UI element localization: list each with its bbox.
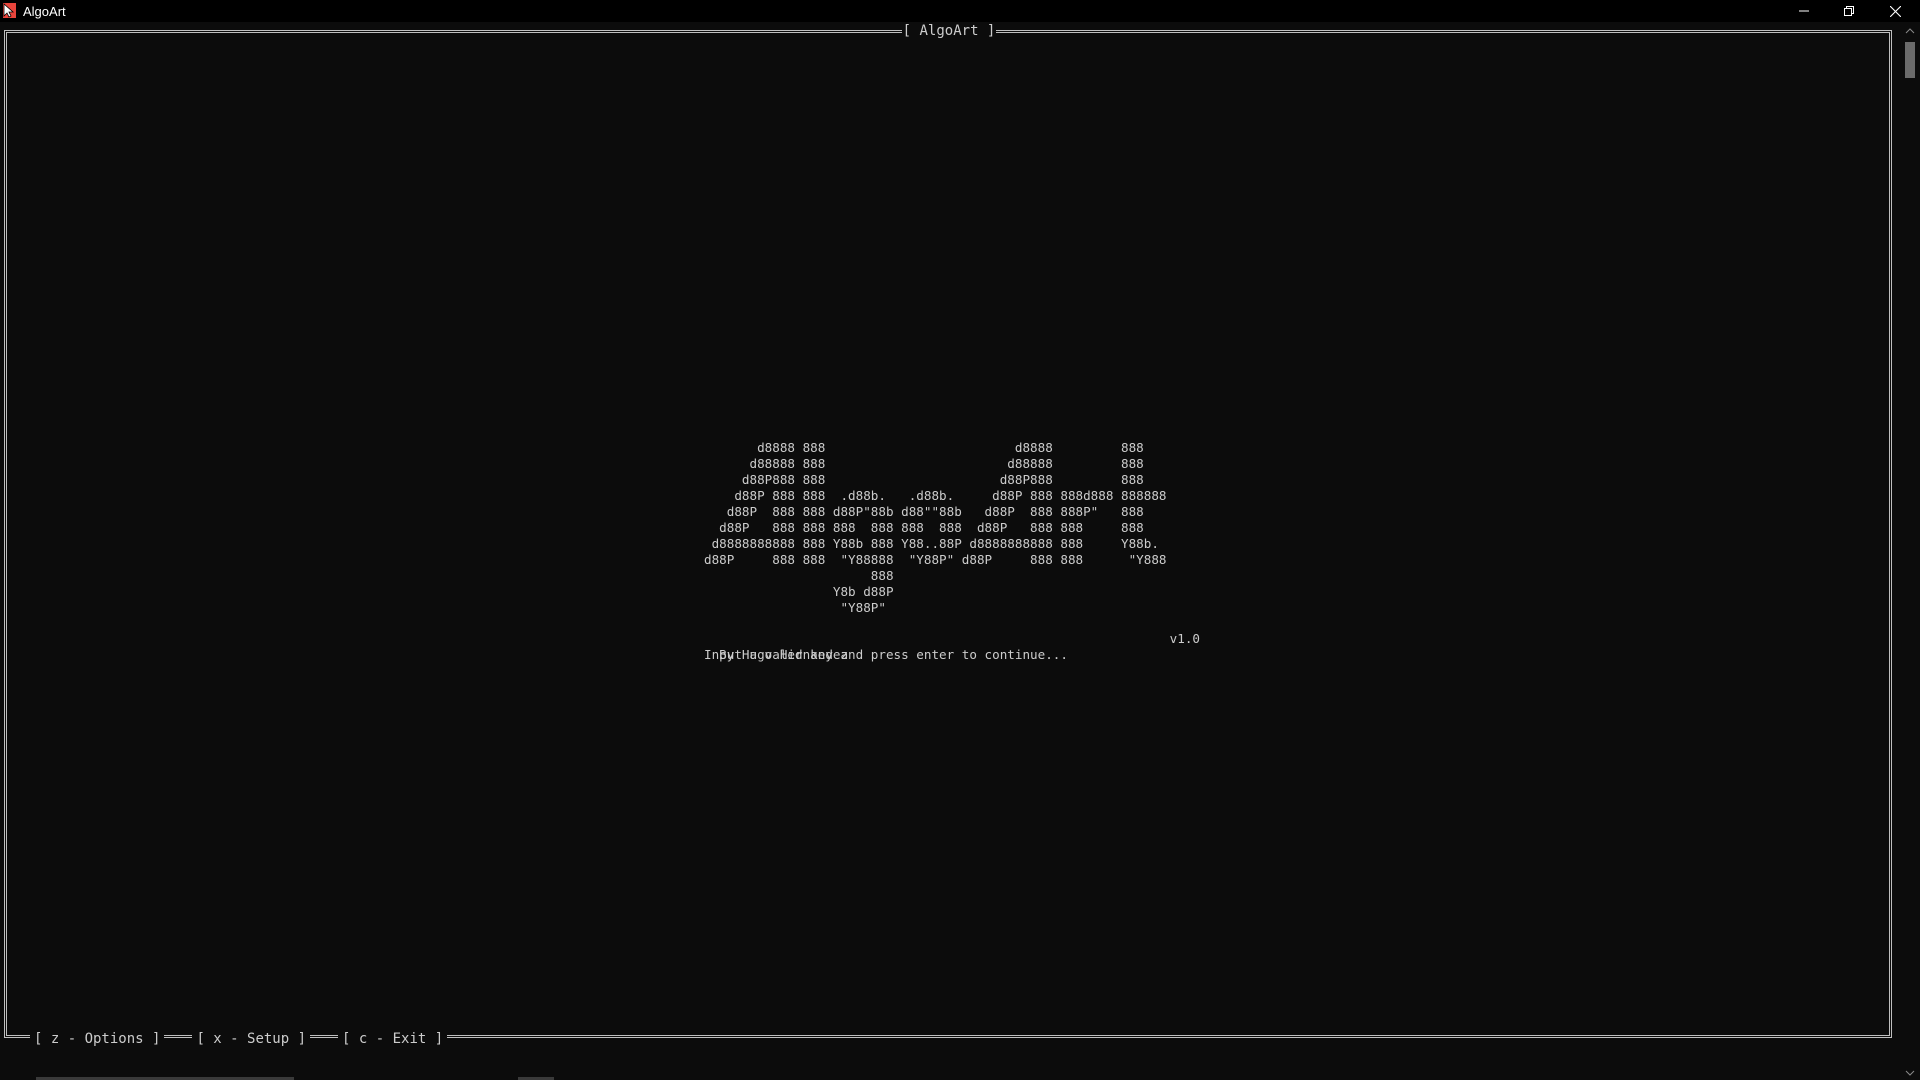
restore-icon xyxy=(1844,6,1854,16)
minimize-button[interactable] xyxy=(1781,0,1827,22)
menu-item-setup[interactable]: [ x - Setup ] xyxy=(192,1030,311,1048)
minimize-icon xyxy=(1799,6,1809,16)
scrollbar-thumb[interactable] xyxy=(1905,42,1915,78)
chevron-up-icon[interactable] xyxy=(1904,26,1916,36)
menu-separator xyxy=(164,1030,192,1048)
menu-separator xyxy=(310,1030,338,1048)
chevron-down-icon[interactable] xyxy=(1904,1068,1916,1078)
title-bar[interactable]: AlgoArt xyxy=(0,0,1920,22)
menu-item-options[interactable]: [ z - Options ] xyxy=(30,1030,165,1048)
close-button[interactable] xyxy=(1872,0,1918,22)
version-label: v1.0 xyxy=(1169,631,1200,646)
vertical-scrollbar[interactable] xyxy=(1900,22,1920,1076)
bottom-menu-bar: [ z - Options ] [ x - Setup ] [ c - Exit… xyxy=(30,1030,448,1048)
close-icon xyxy=(1889,5,1901,17)
restore-button[interactable] xyxy=(1826,0,1872,22)
frame-title: [ AlgoArt ] xyxy=(902,22,996,40)
algoart-app-icon[interactable] xyxy=(3,3,16,18)
menu-item-exit[interactable]: [ c - Exit ] xyxy=(338,1030,448,1048)
window-title: AlgoArt xyxy=(23,4,66,19)
ascii-art-logo: d8888 888 d8888 888 d88888 888 d88888 88… xyxy=(704,440,1167,615)
horizontal-scroll-strip xyxy=(0,1074,1900,1080)
continue-prompt: Input a valid key and press enter to con… xyxy=(704,647,1068,662)
